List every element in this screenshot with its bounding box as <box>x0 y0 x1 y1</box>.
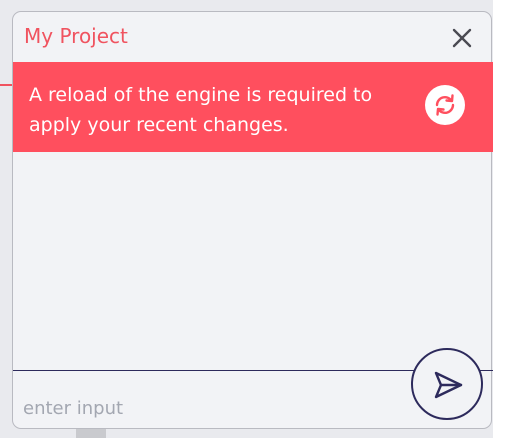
reload-button[interactable] <box>425 85 465 125</box>
reload-warning-banner: A reload of the engine is required to ap… <box>13 62 493 152</box>
message-area <box>13 152 493 370</box>
close-icon <box>452 28 472 48</box>
reload-icon <box>435 94 455 116</box>
close-button[interactable] <box>449 25 475 51</box>
send-button[interactable] <box>411 348 483 420</box>
send-icon <box>434 371 463 399</box>
background-strip <box>493 0 509 438</box>
dialog-header: My Project <box>13 12 493 62</box>
background-accent-line <box>0 84 12 86</box>
command-input[interactable] <box>13 371 403 427</box>
dialog-title: My Project <box>24 24 128 48</box>
project-dialog: My Project A reload of the engine is req… <box>12 11 493 429</box>
banner-message: A reload of the engine is required to ap… <box>29 84 373 136</box>
